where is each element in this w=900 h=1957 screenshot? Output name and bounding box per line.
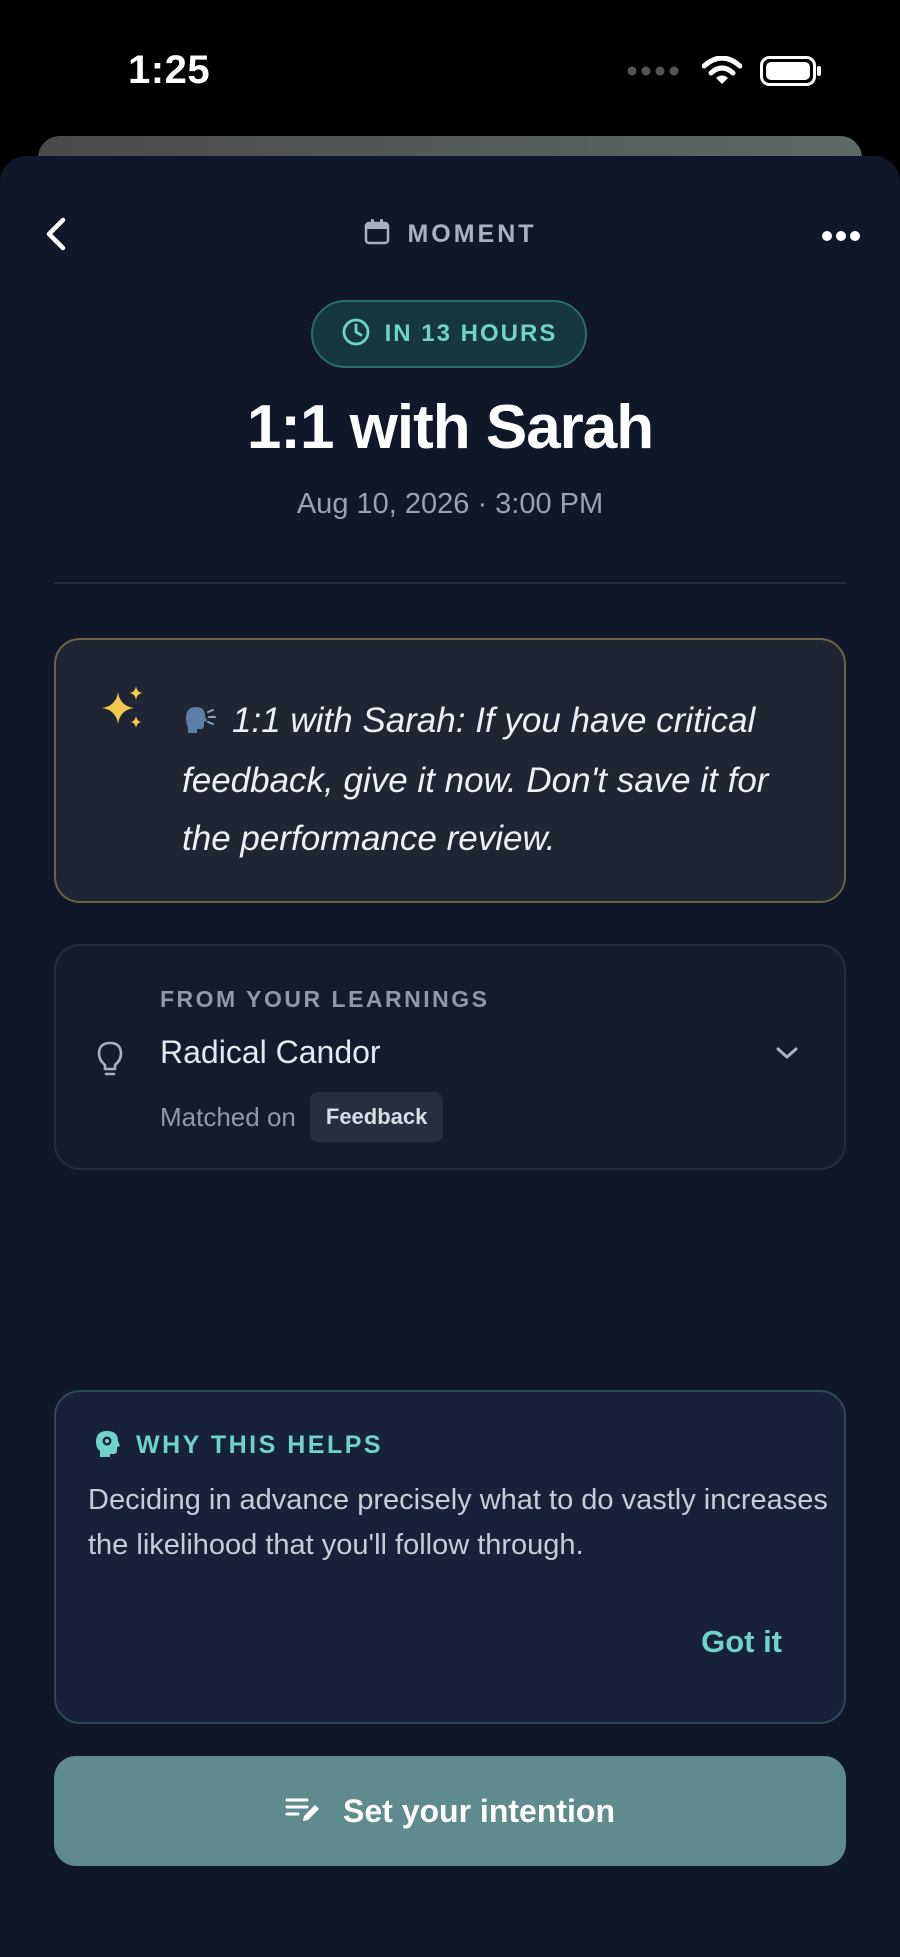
countdown-label: IN 13 HOURS: [384, 320, 558, 347]
more-horizontal-icon: [821, 229, 861, 247]
quote-text: 1:1 with Sarah: If you have critical fee…: [182, 701, 769, 858]
page-title: 1:1 with Sarah: [246, 393, 654, 462]
why-body: Deciding in advance precisely what to do…: [88, 1484, 828, 1561]
quote-text-block: 1:1 with Sarah: If you have critical fee…: [182, 692, 812, 868]
status-icons: [626, 55, 822, 91]
learning-match-row: Matched on Feedback: [160, 1092, 444, 1142]
learning-card[interactable]: FROM YOUR LEARNINGS Radical Candor Match…: [54, 944, 846, 1170]
chevron-down-icon[interactable]: [774, 1044, 800, 1067]
set-intention-label: Set your intention: [343, 1792, 615, 1829]
why-heading: WHY THIS HELPS: [136, 1431, 384, 1459]
why-this-helps-card: WHY THIS HELPS Deciding in advance preci…: [54, 1390, 846, 1724]
learning-title: Radical Candor: [160, 1034, 381, 1070]
battery-icon: [760, 56, 822, 91]
more-options-button[interactable]: [816, 220, 866, 256]
quote-card: 1:1 with Sarah: If you have critical fee…: [54, 638, 846, 903]
lightbulb-icon: [96, 1040, 124, 1083]
moment-datetime: Aug 10, 2026 · 3:00 PM: [296, 488, 604, 520]
set-intention-button[interactable]: Set your intention: [54, 1756, 846, 1866]
matched-label: Matched on: [160, 1101, 296, 1132]
why-header: WHY THIS HELPS: [92, 1428, 383, 1463]
head-gear-icon: [92, 1428, 122, 1463]
cellular-signal-icon: [626, 64, 684, 83]
calendar-icon: [363, 218, 391, 251]
sparkles-icon: [100, 686, 146, 737]
wifi-icon: [701, 55, 743, 91]
got-it-button[interactable]: Got it: [701, 1624, 782, 1660]
status-bar: 1:25: [0, 0, 900, 140]
edit-list-icon: [285, 1794, 321, 1829]
header-kind: MOMENT: [0, 218, 900, 251]
status-time: 1:25: [128, 48, 211, 92]
learning-eyebrow: FROM YOUR LEARNINGS: [160, 986, 490, 1012]
header-kind-label: MOMENT: [407, 220, 537, 248]
countdown-badge: IN 13 HOURS: [311, 300, 587, 368]
speaking-head-icon: [182, 694, 216, 752]
divider: [54, 582, 846, 584]
matched-tag: Feedback: [309, 1092, 444, 1142]
clock-icon: [341, 317, 371, 352]
